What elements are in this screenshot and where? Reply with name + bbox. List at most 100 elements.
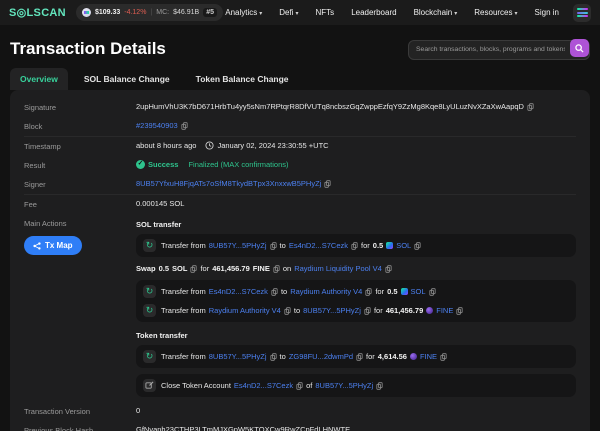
tab-token-balance-change[interactable]: Token Balance Change: [186, 68, 299, 90]
timestamp-row: Timestamp about 8 hours ago January 02, …: [24, 136, 576, 156]
copy-icon[interactable]: [324, 180, 331, 188]
signer-label: Signer: [24, 179, 136, 189]
solana-logo-bar: [577, 15, 588, 17]
token-link[interactable]: SOL: [172, 264, 187, 273]
main-actions-content: SOL transfer ↻ Transfer from 8UB57Y...5P…: [136, 218, 576, 397]
address-link[interactable]: Es4nD2...S7Cezk: [234, 381, 293, 390]
transfer-row: ↻ Transfer from Raydium Authority V4 to …: [143, 304, 569, 317]
block-link[interactable]: #239540903: [136, 121, 178, 130]
swap-for-label: for: [200, 264, 209, 273]
transfer-icon: ↻: [143, 239, 156, 252]
marketcap-label: MC:: [156, 9, 169, 16]
copy-icon[interactable]: [181, 122, 188, 130]
transfer-prefix: Transfer from: [161, 352, 206, 361]
token-link[interactable]: FINE: [436, 306, 453, 315]
sol-transfer-box-1: ↻ Transfer from 8UB57Y...5PHyZj to Es4nD…: [136, 234, 576, 257]
sol-token-icon: [386, 242, 393, 249]
transfer-amount: 0.5: [373, 241, 383, 250]
copy-icon[interactable]: [351, 242, 358, 250]
copy-icon[interactable]: [284, 307, 291, 315]
rank-badge: #5: [203, 8, 217, 17]
copy-icon[interactable]: [296, 382, 303, 390]
copy-icon[interactable]: [429, 288, 436, 296]
copy-icon[interactable]: [270, 353, 277, 361]
signature-label: Signature: [24, 102, 136, 112]
close-account-label: Close Token Account: [161, 381, 231, 390]
transfer-icon: ↻: [143, 304, 156, 317]
solscan-logo[interactable]: S◎LSCAN: [9, 6, 66, 19]
nav-analytics-label: Analytics: [225, 8, 257, 17]
pool-link[interactable]: Raydium Liquidity Pool V4: [294, 264, 382, 273]
nav-blockchain[interactable]: Blockchain▾: [414, 8, 458, 17]
copy-icon[interactable]: [527, 103, 534, 111]
copy-icon[interactable]: [414, 242, 421, 250]
chevron-down-icon: ▾: [259, 11, 262, 17]
copy-icon[interactable]: [440, 353, 447, 361]
sign-in-button[interactable]: Sign in: [535, 8, 559, 17]
tx-map-label: Tx Map: [45, 241, 73, 250]
search-input[interactable]: [408, 40, 590, 60]
address-link[interactable]: Es4nD2...S7Cezk: [209, 287, 268, 296]
copy-icon[interactable]: [365, 288, 372, 296]
copy-icon[interactable]: [376, 382, 383, 390]
chevron-down-icon: ▾: [296, 11, 299, 17]
transfer-row: ↻ Transfer from 8UB57Y...5PHyZj to Es4nD…: [143, 239, 569, 252]
address-link[interactable]: 8UB57Y...5PHyZj: [315, 381, 373, 390]
timestamp-relative: about 8 hours ago: [136, 141, 196, 150]
signer-link[interactable]: 8UB57YfxuH8FjqATs7oSfM8TkydBTpx3XnxxwB5P…: [136, 179, 321, 188]
token-link[interactable]: FINE: [253, 264, 270, 273]
copy-icon[interactable]: [456, 307, 463, 315]
chevron-down-icon: ▾: [454, 11, 457, 17]
nav-blockchain-label: Blockchain: [414, 8, 453, 17]
tab-overview[interactable]: Overview: [10, 68, 68, 90]
nav-defi[interactable]: Defi▾: [279, 8, 298, 17]
transfer-icon: ↻: [143, 285, 156, 298]
copy-icon[interactable]: [364, 307, 371, 315]
clock-icon: [205, 141, 214, 150]
copy-icon[interactable]: [270, 242, 277, 250]
copy-icon[interactable]: [273, 265, 280, 273]
address-link[interactable]: 8UB57Y...5PHyZj: [209, 352, 267, 361]
page-title: Transaction Details: [10, 39, 166, 59]
nav-analytics[interactable]: Analytics▾: [225, 8, 262, 17]
address-link[interactable]: 8UB57Y...5PHyZj: [303, 306, 361, 315]
transaction-overview-card: Signature 2upHumVhU3K7bD671HrbTu4yy5sNm7…: [10, 90, 590, 431]
copy-icon[interactable]: [356, 353, 363, 361]
tab-sol-balance-change[interactable]: SOL Balance Change: [74, 68, 180, 90]
timestamp-label: Timestamp: [24, 141, 136, 151]
tx-map-button[interactable]: Tx Map: [24, 236, 82, 255]
transfer-for-label: for: [361, 241, 370, 250]
search-button[interactable]: [570, 39, 589, 57]
copy-icon[interactable]: [271, 288, 278, 296]
transfer-to-label: to: [281, 287, 287, 296]
chevron-down-icon: ▾: [515, 11, 518, 17]
transfer-amount: 4,614.56: [378, 352, 407, 361]
sol-price-pill[interactable]: $109.33 -4.12% | MC: $46.91B #5: [76, 4, 223, 21]
address-link[interactable]: ZG98FU...2dwmPd: [289, 352, 353, 361]
token-link[interactable]: FINE: [420, 352, 437, 361]
result-row: Result ✓ Success Finalized (MAX confirma…: [24, 156, 576, 175]
result-status: Success: [148, 160, 178, 169]
swap-amount-in: 0.5: [159, 264, 169, 273]
result-label: Result: [24, 160, 136, 170]
token-link[interactable]: SOL: [411, 287, 426, 296]
nav-nfts[interactable]: NFTs: [316, 8, 335, 17]
address-link[interactable]: Raydium Authority V4: [209, 306, 281, 315]
sol-transfer-box-2: ↻ Transfer from Es4nD2...S7Cezk to Raydi…: [136, 280, 576, 322]
swap-on-label: on: [283, 264, 291, 273]
signature-value: 2upHumVhU3K7bD671HrbTu4yy5sNm7RPtqrR8DfV…: [136, 102, 524, 111]
address-link[interactable]: Raydium Authority V4: [290, 287, 362, 296]
close-account-icon: [143, 379, 156, 392]
transfer-amount: 0.5: [387, 287, 397, 296]
token-link[interactable]: SOL: [396, 241, 411, 250]
address-link[interactable]: Es4nD2...S7Cezk: [289, 241, 348, 250]
sol-price: $109.33: [95, 9, 120, 16]
nav-resources-label: Resources: [474, 8, 512, 17]
copy-icon[interactable]: [190, 265, 197, 273]
search-bar: [408, 38, 590, 60]
nav-leaderboard[interactable]: Leaderboard: [351, 8, 396, 17]
solana-menu-button[interactable]: [573, 4, 591, 22]
copy-icon[interactable]: [385, 265, 392, 273]
nav-resources[interactable]: Resources▾: [474, 8, 517, 17]
address-link[interactable]: 8UB57Y...5PHyZj: [209, 241, 267, 250]
